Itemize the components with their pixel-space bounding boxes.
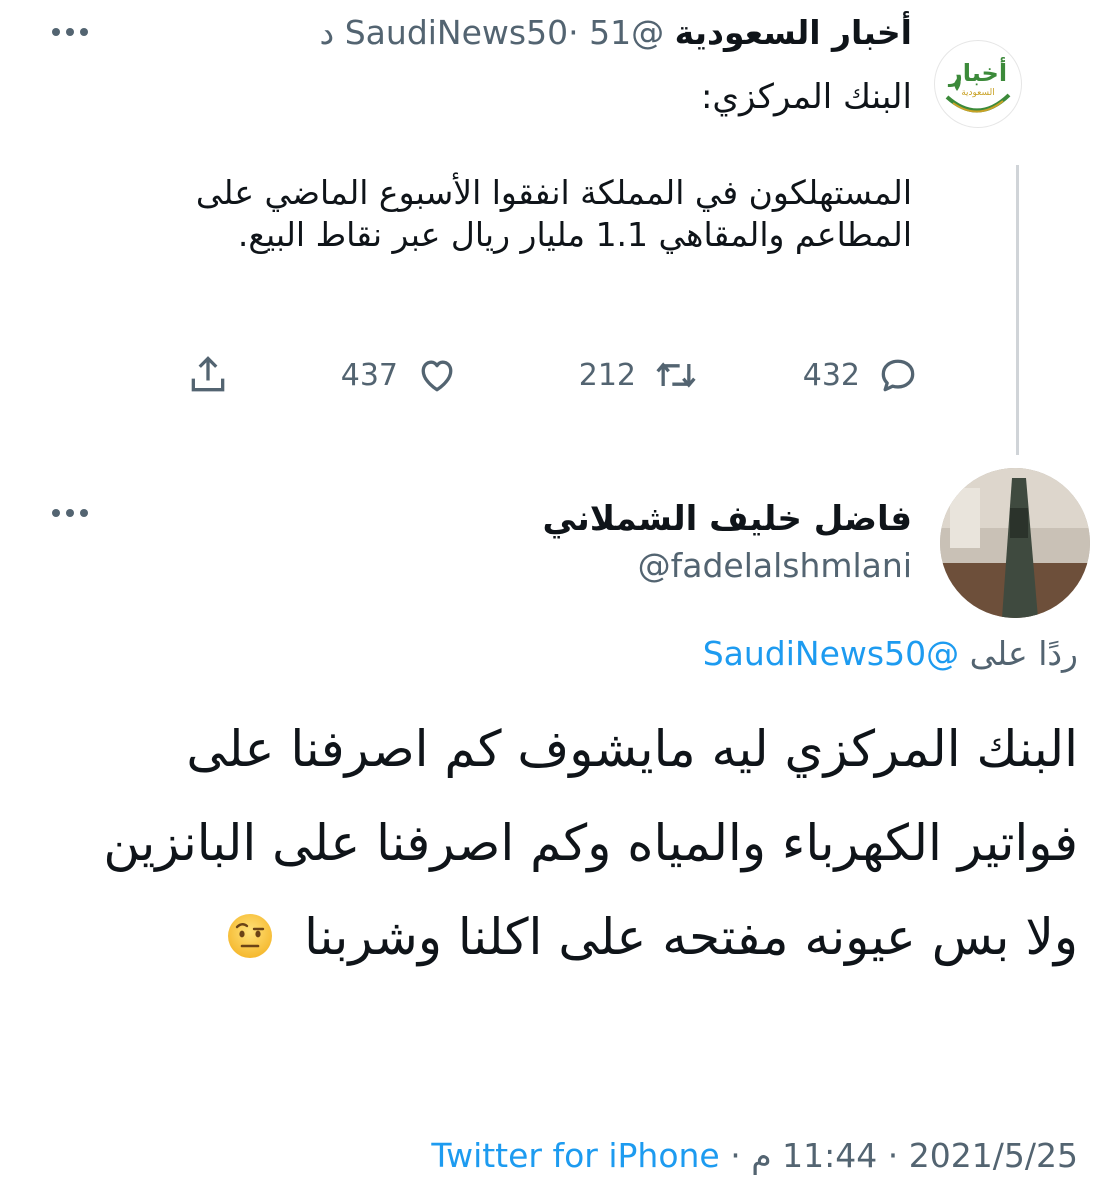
footer-separator-1: · xyxy=(730,1136,741,1175)
tweet2-display-name[interactable]: فاضل خليف الشملاني xyxy=(543,498,912,540)
saudinews-avatar[interactable]: أخبار السعودية xyxy=(934,40,1022,128)
tweet2-handle[interactable]: @fadelalshmlani xyxy=(638,545,912,587)
replying-to-label: ردًا على xyxy=(969,634,1078,673)
reply-count: 432 xyxy=(802,357,860,393)
tweet1-display-name[interactable]: أخبار السعودية xyxy=(675,13,912,52)
avatar-logo-subtext: السعودية xyxy=(961,88,995,98)
tweet-date[interactable]: 2021/5/25 xyxy=(909,1136,1078,1175)
replying-to-line: ردًا على @SaudiNews50 xyxy=(703,633,1078,675)
avatar-logo-text: أخبار xyxy=(948,59,1008,87)
share-button[interactable] xyxy=(186,345,230,405)
comment-icon xyxy=(881,359,915,392)
user-photo xyxy=(940,468,1090,618)
tweet-source[interactable]: Twitter for iPhone xyxy=(431,1136,719,1175)
tweet-time[interactable]: 11:44 م xyxy=(751,1136,877,1175)
tweet1-subtitle: البنك المركزي: xyxy=(700,77,912,117)
tweet1-header: أخبار السعودية @SaudiNews50· 51 د xyxy=(320,12,912,54)
like-button[interactable]: 437 xyxy=(341,345,460,405)
face-with-raised-eyebrow-emoji xyxy=(228,914,273,958)
tweet1-separator: · xyxy=(568,13,579,52)
tweet1-action-bar: 432 212 437 xyxy=(180,345,920,405)
tweet1-body: المستهلكون في المملكة انفقوا الأسبوع الم… xyxy=(195,173,912,254)
share-icon xyxy=(191,356,225,392)
thread-connector-line xyxy=(1016,165,1019,455)
tweet-thread-screenshot: أخبار السعودية أخبار السعودية @SaudiNews… xyxy=(0,0,1102,1200)
replying-to-mention[interactable]: @SaudiNews50 xyxy=(703,634,959,673)
tweet2-body-container: البنك المركزي ليه مايشوف كم اصرفنا على ف… xyxy=(68,702,1078,984)
retweet-button[interactable]: 212 xyxy=(579,345,700,405)
like-count: 437 xyxy=(340,357,398,393)
more-options-icon[interactable] xyxy=(50,26,90,38)
retweet-count: 212 xyxy=(578,357,636,393)
tweet2-footer: Twitter for iPhone · 11:44 م · 2021/5/25 xyxy=(431,1134,1078,1178)
retweet-icon xyxy=(656,362,696,388)
fadelalshmlani-avatar[interactable] xyxy=(940,468,1090,618)
more-options-icon[interactable] xyxy=(50,507,90,519)
heart-icon xyxy=(421,360,453,392)
footer-separator-2: · xyxy=(887,1136,899,1175)
reply-button[interactable]: 432 xyxy=(803,345,920,405)
